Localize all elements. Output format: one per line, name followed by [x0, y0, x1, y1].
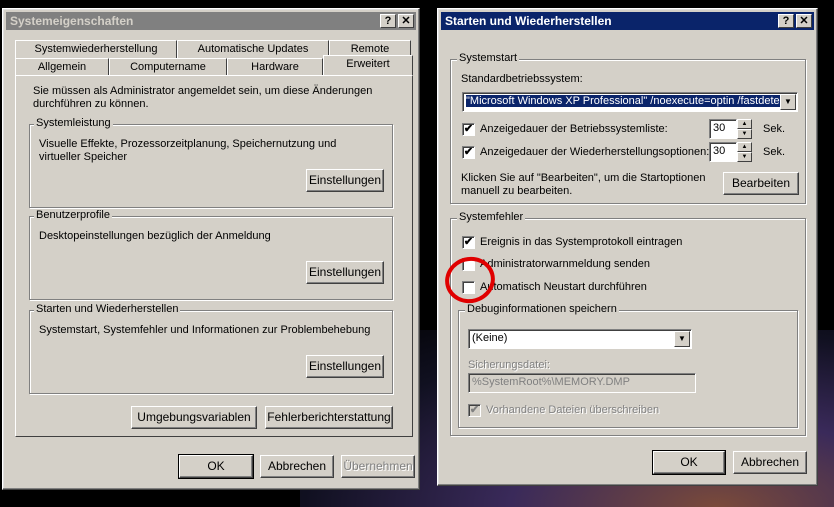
- spin-up-icon[interactable]: ▲: [737, 119, 752, 129]
- error-reporting-button[interactable]: Fehlerberichterstattung: [265, 406, 393, 429]
- tab-panel-erweitert: Sie müssen als Administrator angemeldet …: [15, 75, 413, 437]
- show-os-list-seconds-input[interactable]: 30: [709, 119, 737, 139]
- startup-recovery-window: Starten und Wiederherstellen ? ✕ Systems…: [437, 8, 818, 486]
- group-debuginfo: Debuginformationen speichern (Keine) ▼ S…: [458, 303, 798, 428]
- title-bar[interactable]: Starten und Wiederherstellen ? ✕: [441, 12, 814, 30]
- system-properties-window: Systemeigenschaften ? ✕ Systemwiederhers…: [2, 8, 420, 490]
- help-button[interactable]: ?: [778, 14, 794, 28]
- seconds-unit: Sek.: [763, 123, 786, 135]
- close-button[interactable]: ✕: [398, 14, 414, 28]
- tab-hardware[interactable]: Hardware: [227, 58, 323, 76]
- spin-up-icon[interactable]: ▲: [737, 142, 752, 152]
- spin-down-icon[interactable]: ▼: [737, 129, 752, 139]
- group-systemfehler: Systemfehler ✔ Ereignis in das Systempro…: [450, 211, 806, 436]
- title-bar[interactable]: Systemeigenschaften ? ✕: [6, 12, 416, 30]
- overwrite-checkbox[interactable]: ✔: [468, 404, 481, 417]
- log-event-label: Ereignis in das Systemprotokoll eintrage…: [480, 236, 683, 248]
- admin-note: Sie müssen als Administrator angemeldet …: [33, 85, 373, 110]
- debug-info-value: (Keine): [472, 332, 508, 344]
- tab-erweitert[interactable]: Erweitert: [323, 55, 413, 76]
- ok-button[interactable]: OK: [652, 450, 726, 475]
- group-label: Debuginformationen speichern: [465, 303, 619, 315]
- show-os-list-label: Anzeigedauer der Betriebssystemliste:: [480, 123, 668, 135]
- log-event-checkbox[interactable]: ✔: [462, 236, 475, 249]
- group-description: Visuelle Effekte, Prozessorzeitplanung, …: [39, 138, 337, 163]
- apply-button[interactable]: Übernehmen: [341, 455, 415, 478]
- tab-allgemein[interactable]: Allgemein: [15, 58, 109, 76]
- tab-computername[interactable]: Computername: [109, 58, 227, 76]
- ok-button[interactable]: OK: [178, 454, 254, 479]
- group-label: Benutzerprofile: [34, 209, 112, 221]
- performance-settings-button[interactable]: Einstellungen: [306, 169, 384, 192]
- default-os-label: Standardbetriebssystem:: [461, 73, 583, 85]
- close-button[interactable]: ✕: [796, 14, 812, 28]
- dump-file-label: Sicherungsdatei:: [468, 359, 550, 371]
- default-os-value: "Microsoft Windows XP Professional" /noe…: [466, 95, 789, 107]
- group-benutzerprofile: Benutzerprofile Desktopeinstellungen bez…: [29, 209, 393, 300]
- show-recovery-seconds-input[interactable]: 30: [709, 142, 737, 162]
- startup-settings-button[interactable]: Einstellungen: [306, 355, 384, 378]
- show-recovery-spinner[interactable]: ▲ ▼: [737, 142, 752, 162]
- admin-alert-label: Administratorwarnmeldung senden: [480, 258, 650, 270]
- group-label: Systemleistung: [34, 117, 113, 129]
- group-label: Starten und Wiederherstellen: [34, 303, 181, 315]
- show-os-list-spinner[interactable]: ▲ ▼: [737, 119, 752, 139]
- group-description: Desktopeinstellungen bezüglich der Anmel…: [39, 230, 271, 242]
- group-systemstart: Systemstart Standardbetriebssystem: "Mic…: [450, 52, 806, 204]
- seconds-unit: Sek.: [763, 146, 786, 158]
- group-systemleistung: Systemleistung Visuelle Effekte, Prozess…: [29, 117, 393, 208]
- chevron-down-icon[interactable]: ▼: [780, 94, 796, 110]
- profiles-settings-button[interactable]: Einstellungen: [306, 261, 384, 284]
- environment-variables-button[interactable]: Umgebungsvariablen: [131, 406, 257, 429]
- show-os-list-checkbox[interactable]: ✔: [462, 123, 475, 136]
- group-label: Systemfehler: [457, 211, 526, 223]
- dump-file-input[interactable]: %SystemRoot%\MEMORY.DMP: [468, 373, 696, 393]
- help-button[interactable]: ?: [380, 14, 396, 28]
- overwrite-label: Vorhandene Dateien überschreiben: [486, 404, 660, 416]
- edit-button[interactable]: Bearbeiten: [723, 172, 799, 195]
- window-title: Starten und Wiederherstellen: [445, 14, 612, 28]
- debug-info-dropdown[interactable]: (Keine) ▼: [468, 329, 692, 349]
- auto-restart-label: Automatisch Neustart durchführen: [480, 281, 647, 293]
- spin-down-icon[interactable]: ▼: [737, 152, 752, 162]
- chevron-down-icon[interactable]: ▼: [674, 331, 690, 347]
- show-recovery-checkbox[interactable]: ✔: [462, 146, 475, 159]
- window-title: Systemeigenschaften: [10, 14, 134, 28]
- tab-automatische-updates[interactable]: Automatische Updates: [177, 40, 329, 58]
- default-os-dropdown[interactable]: "Microsoft Windows XP Professional" /noe…: [462, 92, 798, 112]
- group-label: Systemstart: [457, 52, 520, 64]
- group-description: Systemstart, Systemfehler und Informatio…: [39, 324, 371, 336]
- show-recovery-label: Anzeigedauer der Wiederherstellungsoptio…: [480, 146, 710, 158]
- cancel-button[interactable]: Abbrechen: [260, 455, 334, 478]
- group-starten-wiederherstellen: Starten und Wiederherstellen Systemstart…: [29, 303, 393, 394]
- cancel-button[interactable]: Abbrechen: [733, 451, 807, 474]
- edit-note: Klicken Sie auf "Bearbeiten", um die Sta…: [461, 172, 706, 197]
- tab-systemwiederherstellung[interactable]: Systemwiederherstellung: [15, 40, 177, 58]
